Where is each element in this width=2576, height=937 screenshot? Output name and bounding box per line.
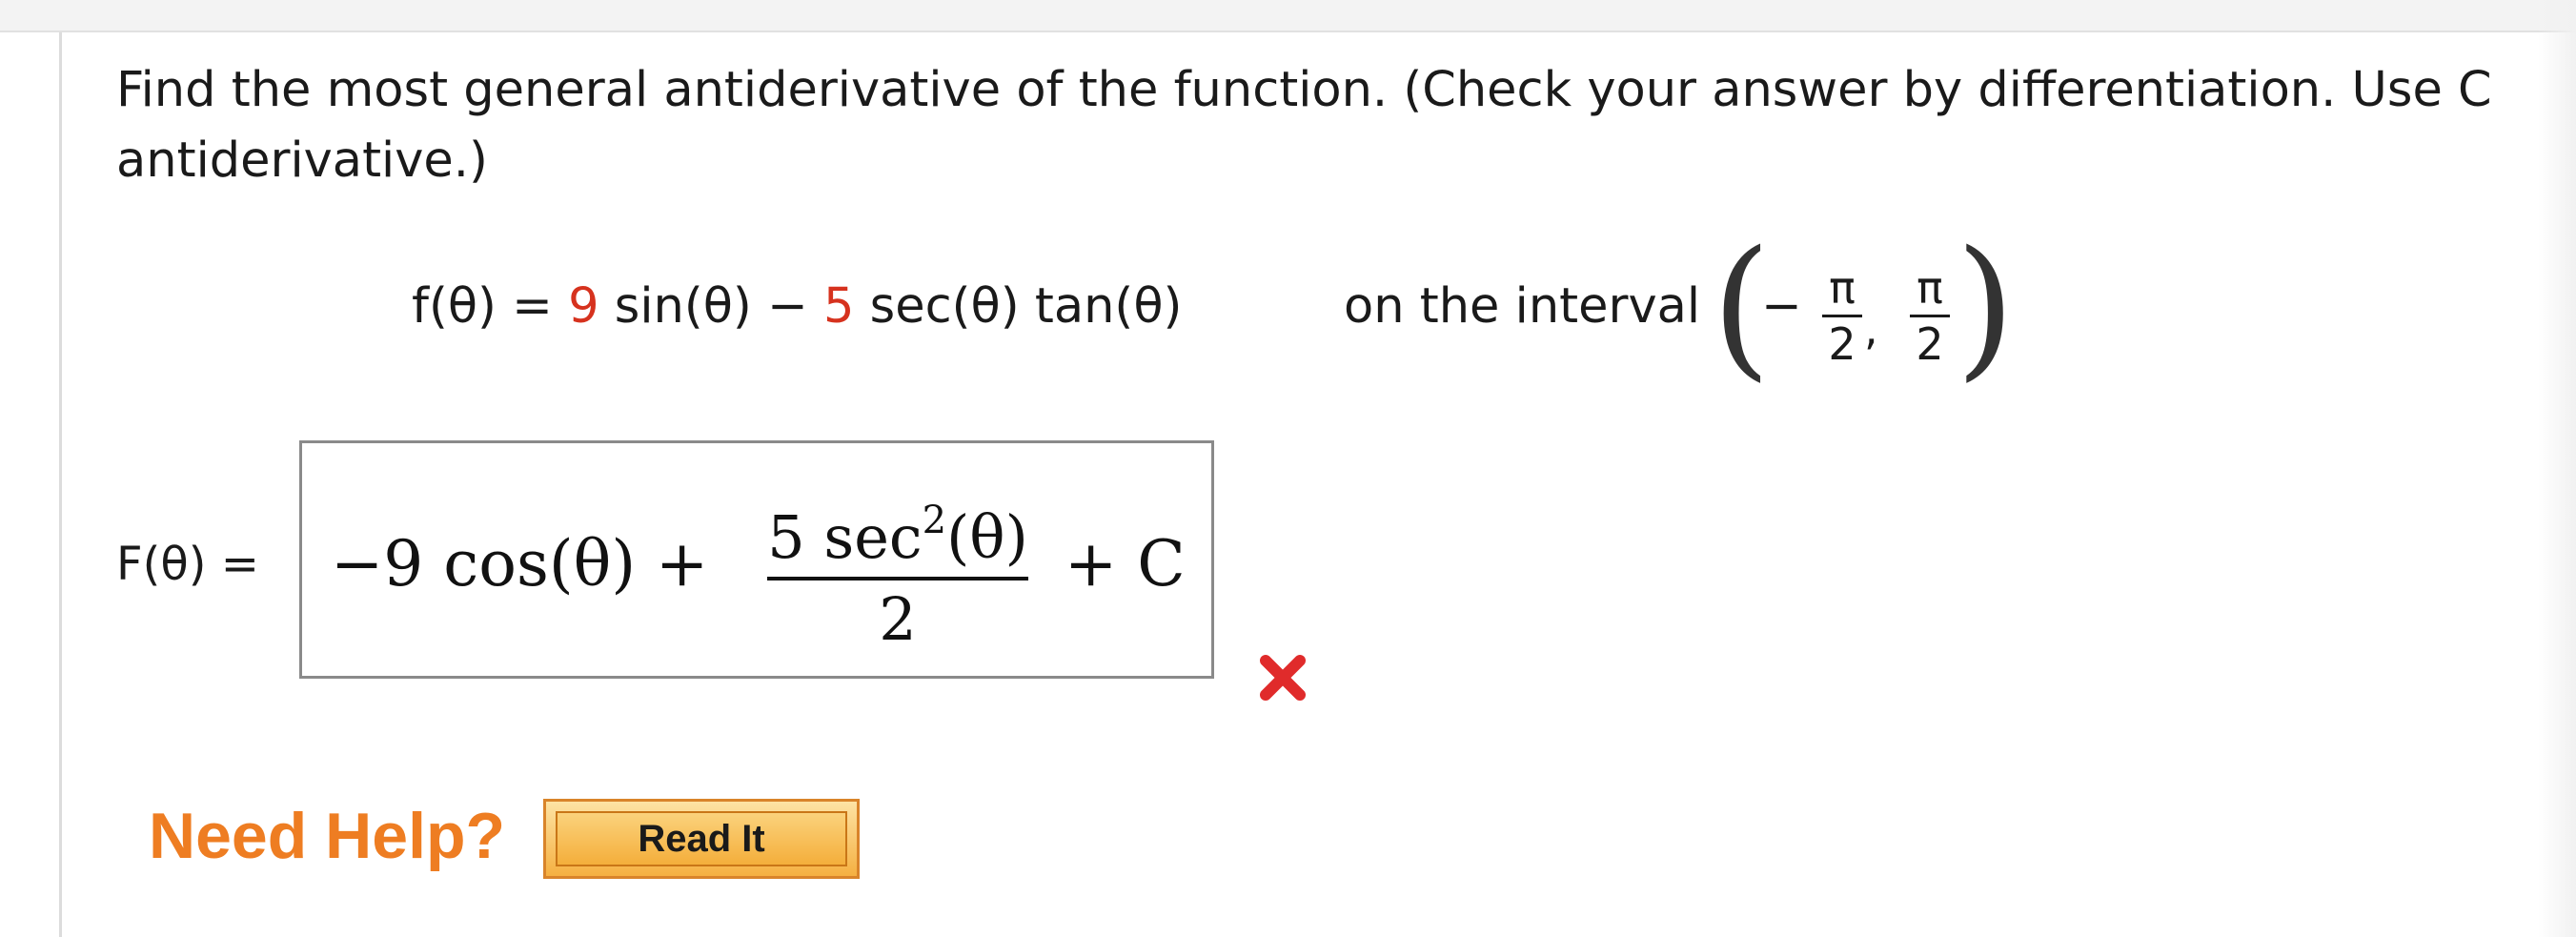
interval-den-1: 2 [1828,318,1856,370]
left-divider [59,32,62,937]
question-line-2: antiderivative.) [116,132,488,189]
answer-fraction-bar [767,577,1028,581]
need-help-label: Need Help? [149,800,506,872]
interval-den-2: 2 [1916,318,1944,370]
read-it-button[interactable]: Read It [543,799,860,879]
answer-input[interactable]: −9 cos(θ) + 5 sec2(θ) 2 + C [299,440,1214,679]
question-line-1: Find the most general antiderivative of … [116,62,2492,118]
function-lhs: f(θ) = [412,278,569,335]
answer-constant: + C [1065,527,1186,601]
answer-fraction-denominator: 2 [879,584,917,654]
numerator-text: 5 sec [767,502,923,572]
function-coefficient-2: 5 [823,278,855,335]
interval-comma: , [1864,303,1878,355]
numerator-tail: (θ) [946,502,1028,572]
question-text: Find the most general antiderivative of … [116,55,2537,196]
page: Find the most general antiderivative of … [0,0,2576,937]
function-term-1: sin(θ) − [598,278,823,335]
interval-label: on the interval [1344,278,1701,335]
interval-fraction-2: π 2 [1904,263,1956,369]
function-definition: f(θ) = 9 sin(θ) − 5 sec(θ) tan(θ) [412,278,1182,335]
interval-num-2: π [1917,262,1943,314]
numerator-exponent: 2 [922,499,947,542]
function-term-2: sec(θ) tan(θ) [854,278,1183,335]
fraction-bar [1910,315,1950,317]
answer-fraction-numerator: 5 sec2(θ) [760,485,1036,573]
interval-num-1: π [1829,262,1856,314]
read-it-label: Read It [556,811,847,866]
answer-term-1: −9 cos(θ) + [331,527,709,601]
answer-label: F(θ) = [116,538,259,591]
interval-minus: − [1761,278,1802,335]
interval-close-paren: ) [1956,217,2016,396]
incorrect-x-icon [1256,651,1309,704]
interval-fraction-1: π 2 [1816,263,1868,369]
answer-fraction: 5 sec2(θ) 2 [760,485,1036,655]
fraction-bar [1822,315,1862,317]
top-bar [0,0,2576,32]
function-coefficient-1: 9 [568,278,599,335]
right-edge-shade [2538,0,2576,937]
